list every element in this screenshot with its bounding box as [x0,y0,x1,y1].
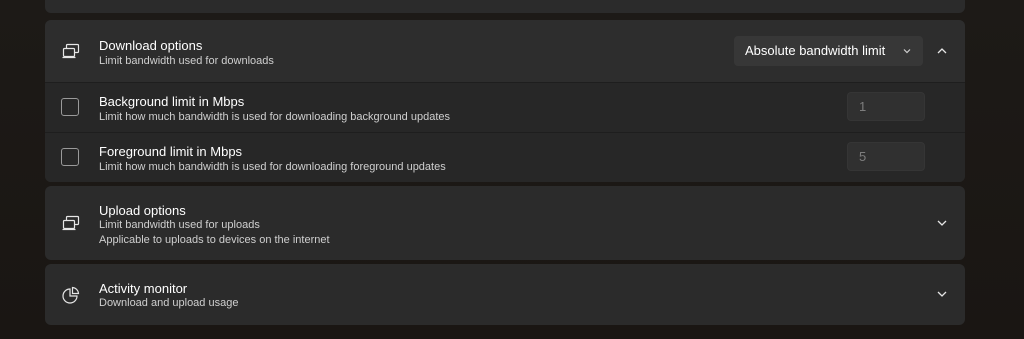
bandwidth-limit-mode-dropdown[interactable]: Absolute bandwidth limit [734,36,923,66]
chevron-down-icon [937,220,947,226]
upload-options-card[interactable]: Upload options Limit bandwidth used for … [45,186,965,260]
background-limit-description: Limit how much bandwidth is used for dow… [99,111,450,123]
bandwidth-limit-mode-value: Absolute bandwidth limit [745,43,886,58]
foreground-limit-description: Limit how much bandwidth is used for dow… [99,161,446,173]
upload-options-title: Upload options [99,203,186,218]
devices-icon [61,41,81,61]
chevron-down-icon [902,46,912,56]
foreground-limit-title: Foreground limit in Mbps [99,144,243,159]
devices-icon [61,213,81,233]
chevron-up-icon [937,48,947,54]
chevron-down-icon [937,291,947,297]
download-options-description: Limit bandwidth used for downloads [99,55,274,67]
upload-options-description: Limit bandwidth used for uploads [99,219,260,231]
download-options-title: Download options [99,38,203,53]
pie-chart-icon [61,285,81,305]
background-limit-checkbox[interactable] [61,98,79,116]
activity-monitor-title: Activity monitor [99,281,188,296]
activity-monitor-description: Download and upload usage [99,297,239,309]
upload-options-note: Applicable to uploads to devices on the … [99,234,330,246]
delivery-optimization-advanced-settings: Download options Limit bandwidth used fo… [0,0,1024,339]
background-limit-title: Background limit in Mbps [99,94,245,109]
background-limit-input[interactable]: 1 [847,92,925,121]
foreground-limit-input[interactable]: 5 [847,142,925,171]
expand-activity-monitor-button[interactable] [932,284,952,304]
collapse-download-options-button[interactable] [932,41,952,61]
previous-card-bottom [45,0,965,13]
foreground-limit-row: Foreground limit in Mbps Limit how much … [45,132,965,182]
download-options-card: Download options Limit bandwidth used fo… [45,20,965,182]
activity-monitor-card[interactable]: Activity monitor Download and upload usa… [45,264,965,325]
expand-upload-options-button[interactable] [932,213,952,233]
foreground-limit-checkbox[interactable] [61,148,79,166]
download-options-header[interactable]: Download options Limit bandwidth used fo… [45,20,965,82]
background-limit-row: Background limit in Mbps Limit how much … [45,82,965,132]
